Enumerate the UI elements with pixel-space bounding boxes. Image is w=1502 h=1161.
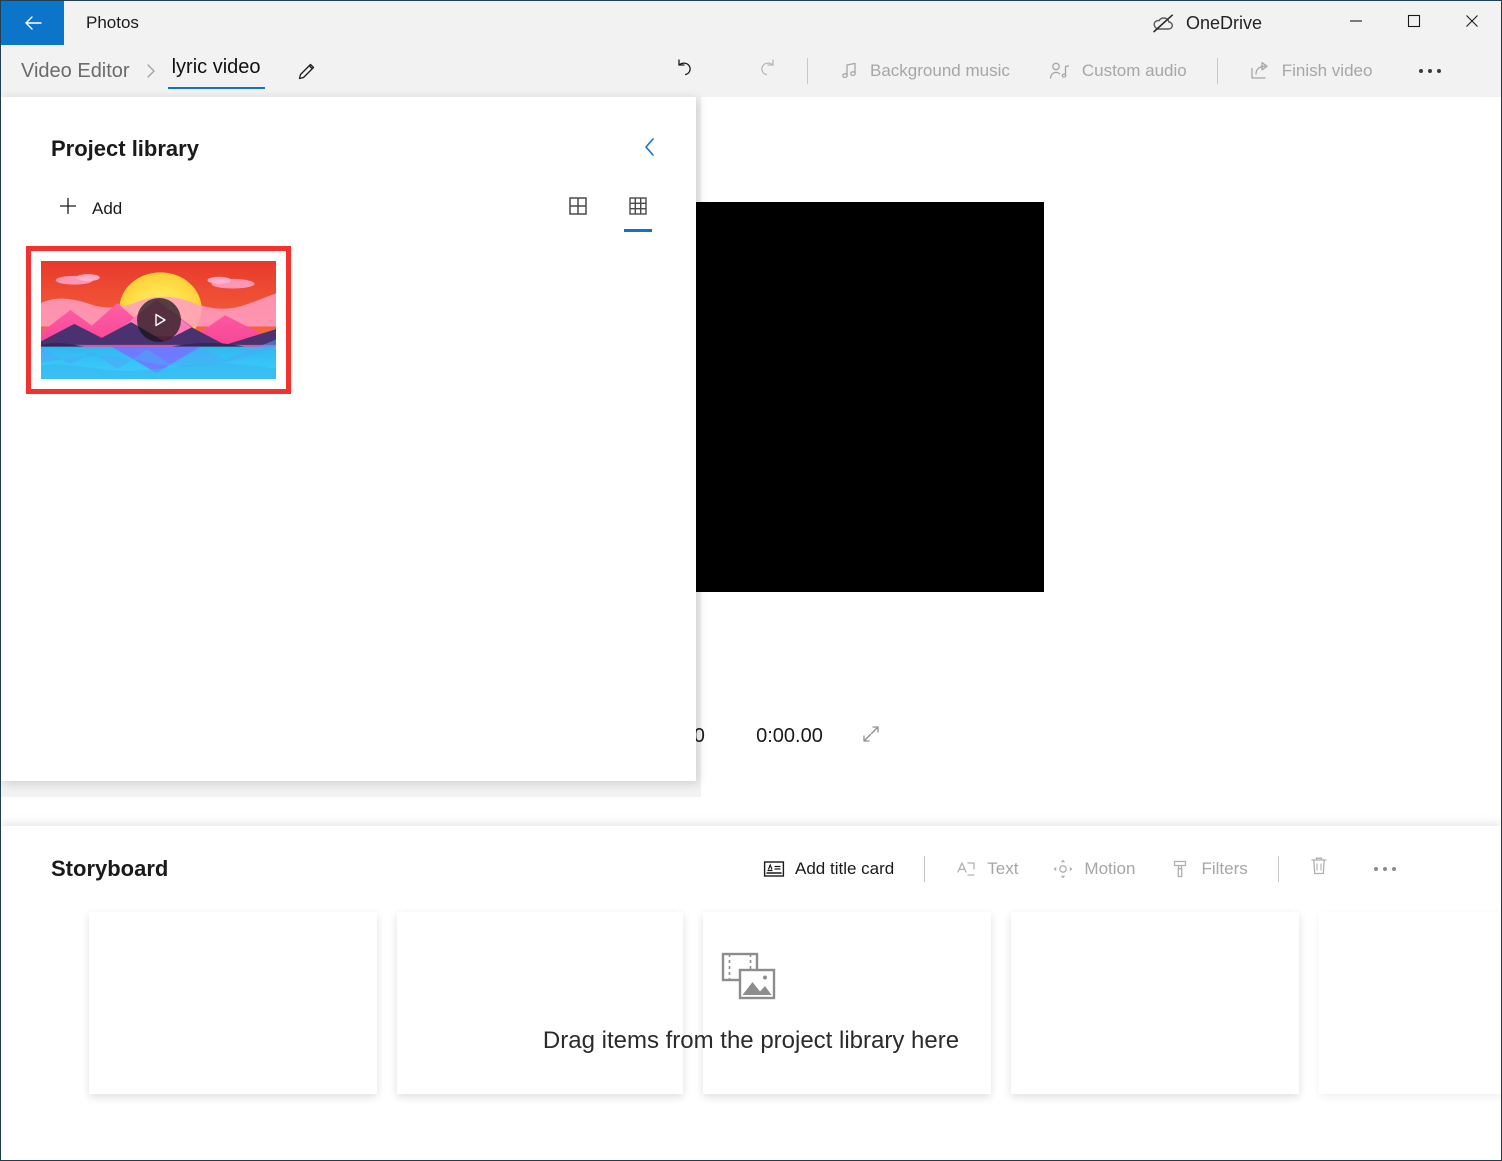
undo-button[interactable] [661, 51, 709, 91]
custom-audio-button[interactable]: Custom audio [1034, 51, 1201, 91]
storyboard-more-button[interactable] [1361, 849, 1409, 889]
close-icon [1462, 11, 1482, 36]
chevron-right-icon [144, 61, 158, 81]
filters-label: Filters [1201, 858, 1248, 878]
onedrive-label: OneDrive [1186, 12, 1263, 33]
grid-small-view-button[interactable] [622, 192, 654, 232]
add-title-card-label: Add title card [795, 858, 895, 878]
redo-arrow-icon [754, 56, 780, 87]
close-button[interactable] [1443, 1, 1501, 45]
text-icon [955, 858, 977, 880]
filters-button[interactable]: Filters [1155, 849, 1261, 889]
text-button[interactable]: Text [941, 849, 1032, 889]
breadcrumb-project-name[interactable]: lyric video [167, 54, 265, 89]
onedrive-paused-cloud-icon [1151, 13, 1175, 33]
storyboard-divider-1 [924, 855, 926, 882]
storyboard-placeholder-card[interactable] [703, 911, 991, 1094]
trash-icon [1308, 854, 1330, 883]
app-title: Photos [86, 13, 139, 32]
toolbar-divider-2 [1216, 58, 1218, 84]
storyboard-placeholder-card[interactable] [89, 911, 377, 1094]
onedrive-status[interactable]: OneDrive [1151, 1, 1262, 45]
storyboard-divider-2 [1277, 855, 1279, 882]
maximize-icon [1404, 11, 1424, 36]
motion-button[interactable]: Motion [1038, 849, 1149, 889]
breadcrumb: Video Editor lyric video [1, 54, 323, 89]
editor-body: Project library Add 0:00.00 [1, 97, 1501, 826]
play-triangle-icon [149, 310, 169, 330]
music-note-icon [838, 60, 860, 82]
minimize-button[interactable] [1327, 1, 1385, 45]
plus-icon [57, 195, 79, 222]
storyboard-placeholder-card[interactable] [1011, 911, 1299, 1094]
work-area: Project library Add 0:00.00 [1, 97, 1044, 797]
finish-video-label: Finish video [1281, 61, 1373, 80]
project-library-panel: Project library Add [1, 97, 696, 781]
total-time-label: 0:00.00 [756, 724, 823, 747]
storyboard-panel: Storyboard Add title card Text Motion Fi… [1, 825, 1501, 1160]
delete-button[interactable] [1295, 849, 1343, 889]
background-music-label: Background music [870, 61, 1010, 80]
background-music-button[interactable]: Background music [824, 51, 1024, 91]
title-card-icon [763, 859, 785, 879]
custom-audio-label: Custom audio [1081, 61, 1187, 80]
expand-icon [859, 722, 883, 751]
breadcrumb-video-editor[interactable]: Video Editor [17, 58, 134, 85]
collapse-library-button[interactable] [632, 131, 668, 167]
playback-controls: 0:00.00 0:00.00 [519, 714, 879, 758]
filters-brush-icon [1169, 858, 1191, 880]
storyboard-placeholder-card[interactable] [1319, 911, 1501, 1094]
text-label: Text [987, 858, 1019, 878]
ellipsis-icon [1419, 69, 1442, 73]
view-mode-toggles [562, 192, 654, 232]
storyboard-title: Storyboard [51, 855, 169, 881]
pencil-icon[interactable] [291, 55, 323, 87]
add-media-button[interactable]: Add [49, 189, 130, 228]
more-options-button[interactable] [1406, 51, 1454, 91]
motion-icon [1052, 858, 1074, 880]
toolbar-divider-1 [807, 58, 808, 84]
storyboard-canvas[interactable]: Drag items from the project library here [1, 911, 1501, 1132]
maximize-button[interactable] [1385, 1, 1443, 45]
project-library-header: Project library [1, 97, 696, 167]
storyboard-placeholder-card[interactable] [397, 911, 683, 1094]
ellipsis-icon [1373, 866, 1396, 871]
project-library-grid [1, 228, 696, 394]
video-thumbnail [41, 261, 276, 379]
fullscreen-button[interactable] [859, 714, 883, 758]
thumbnail-play-button[interactable] [136, 298, 181, 342]
library-item-sunset-mountain-video[interactable] [26, 246, 291, 394]
finish-video-button[interactable]: Finish video [1234, 51, 1387, 91]
preview-pane: 0:00.00 0:00.00 [353, 97, 1044, 797]
project-library-toolbar: Add [1, 167, 696, 232]
minimize-icon [1346, 11, 1366, 36]
grid-large-view-button[interactable] [562, 192, 594, 226]
storyboard-toolbar: Add title card Text Motion Filters [749, 826, 1409, 912]
project-library-title: Project library [51, 136, 199, 161]
chevron-left-icon [639, 134, 661, 165]
back-arrow-icon [21, 11, 45, 35]
motion-label: Motion [1084, 858, 1136, 878]
back-button[interactable] [1, 1, 64, 45]
share-export-icon [1248, 60, 1272, 82]
redo-button[interactable] [743, 51, 791, 91]
add-media-label: Add [92, 198, 123, 218]
person-audio-icon [1048, 60, 1072, 82]
storyboard-header: Storyboard Add title card Text Motion Fi… [1, 826, 1501, 912]
grid-small-icon [628, 196, 648, 221]
window-controls [1327, 1, 1501, 45]
title-bar: Photos OneDrive [1, 1, 1501, 45]
photos-video-editor-window: Photos OneDrive Video Editor lyric video… [0, 0, 1502, 1161]
command-bar: Video Editor lyric video Background musi… [1, 45, 1501, 97]
command-bar-actions: Background music Custom audio Finish vid… [661, 45, 1454, 97]
add-title-card-button[interactable]: Add title card [749, 849, 908, 889]
grid-large-icon [568, 196, 588, 221]
undo-arrow-icon [672, 56, 698, 87]
